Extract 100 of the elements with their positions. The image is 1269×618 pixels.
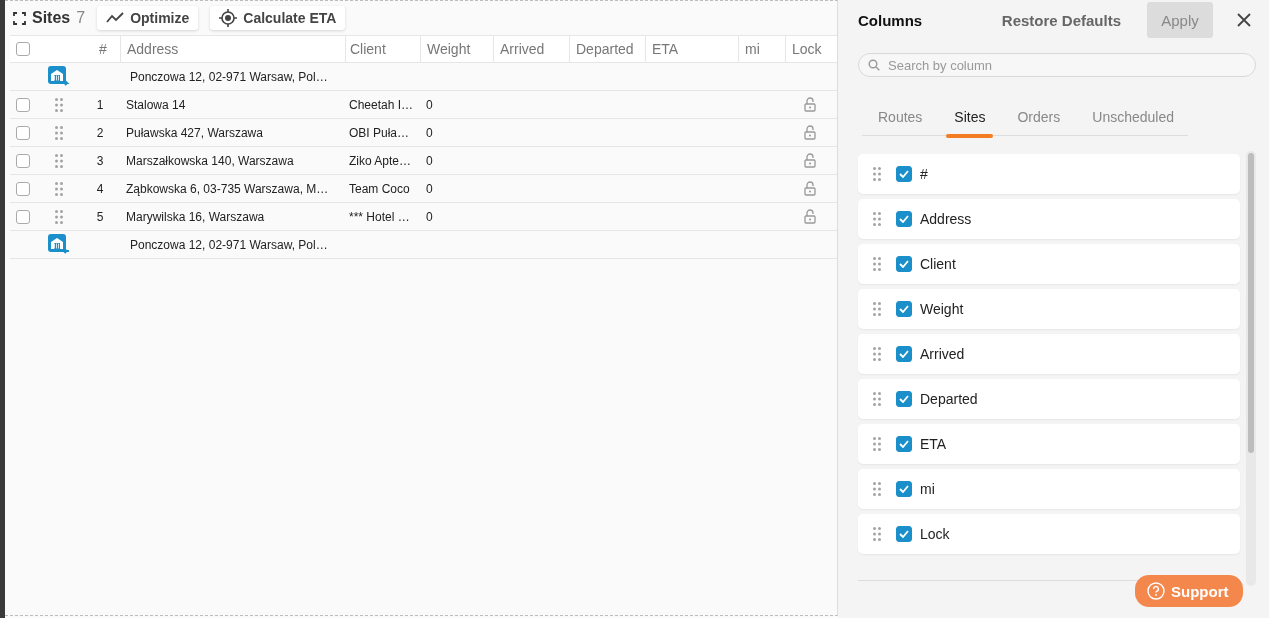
checkmark-icon: [899, 350, 909, 358]
drag-handle-icon[interactable]: [873, 212, 881, 226]
checkbox[interactable]: [896, 436, 912, 452]
column-header[interactable]: #: [99, 41, 107, 57]
row-checkbox[interactable]: [16, 209, 30, 224]
support-button[interactable]: Support: [1135, 575, 1243, 607]
tab[interactable]: Unscheduled: [1076, 99, 1190, 135]
table-cell: 0: [426, 125, 433, 140]
open-lock-icon[interactable]: [804, 181, 816, 196]
open-lock-icon[interactable]: [804, 209, 816, 224]
table-cell: 0: [426, 209, 433, 224]
column-header[interactable]: Client: [350, 41, 386, 57]
open-lock-icon[interactable]: [804, 97, 816, 112]
checkbox[interactable]: [896, 346, 912, 362]
drag-handle-icon[interactable]: [55, 209, 63, 224]
table-cell: Ponczowa 12, 02-971 Warsaw, Pol…: [130, 69, 328, 84]
optimize-button[interactable]: Optimize: [97, 6, 199, 30]
site-count: 7: [76, 9, 86, 27]
open-lock-icon[interactable]: [804, 125, 816, 140]
checkmark-icon: [899, 170, 909, 178]
tab[interactable]: Sites: [938, 99, 1002, 135]
checkbox[interactable]: [896, 166, 912, 182]
table-cell: *** Hotel …: [349, 209, 410, 224]
column-header[interactable]: Lock: [792, 41, 822, 57]
table-cell: 0: [426, 181, 433, 196]
drag-handle-icon[interactable]: [55, 181, 63, 196]
column-item[interactable]: #: [858, 154, 1240, 194]
warehouse-icon: [48, 233, 70, 256]
column-item[interactable]: Weight: [858, 289, 1240, 329]
drag-handle-icon[interactable]: [873, 347, 881, 361]
expand-icon[interactable]: [13, 11, 26, 25]
checkbox[interactable]: [896, 256, 912, 272]
trend-line-icon: [106, 12, 125, 24]
help-icon: [1147, 582, 1165, 600]
drag-handle-icon[interactable]: [873, 302, 881, 316]
row-checkbox[interactable]: [16, 181, 30, 196]
drag-handle-icon[interactable]: [55, 125, 63, 140]
checkmark-icon: [899, 260, 909, 268]
column-item[interactable]: Arrived: [858, 334, 1240, 374]
column-label: Address: [920, 211, 972, 227]
close-icon[interactable]: [1237, 13, 1251, 27]
column-label: mi: [920, 481, 935, 497]
column-header[interactable]: Weight: [427, 41, 471, 57]
checkbox[interactable]: [896, 211, 912, 227]
tab[interactable]: Orders: [1001, 99, 1077, 135]
row-checkbox[interactable]: [16, 97, 30, 112]
table-cell: Marszałkowska 140, Warszawa: [126, 153, 294, 168]
checkbox[interactable]: [896, 481, 912, 497]
open-lock-icon[interactable]: [804, 153, 816, 168]
column-label: #: [920, 166, 928, 182]
table-cell: 1: [96, 97, 104, 112]
row-checkbox[interactable]: [16, 125, 30, 140]
table-cell: Ponczowa 12, 02-971 Warsaw, Pol…: [130, 237, 328, 252]
scrollbar[interactable]: [1246, 151, 1256, 586]
drag-handle-icon[interactable]: [873, 392, 881, 406]
column-label: ETA: [920, 436, 947, 452]
restore-defaults-button[interactable]: Restore Defaults: [1001, 11, 1121, 29]
row-checkbox[interactable]: [16, 42, 30, 56]
tab[interactable]: Routes: [862, 99, 939, 135]
checkmark-icon: [899, 485, 909, 493]
drag-handle-icon[interactable]: [873, 482, 881, 496]
checkmark-icon: [899, 215, 909, 223]
drag-handle-icon[interactable]: [873, 437, 881, 451]
column-item[interactable]: ETA: [858, 424, 1240, 464]
checkbox[interactable]: [896, 526, 912, 542]
drag-handle-icon[interactable]: [873, 527, 881, 541]
column-item[interactable]: mi: [858, 469, 1240, 509]
drag-handle-icon[interactable]: [55, 153, 63, 168]
checkbox[interactable]: [896, 391, 912, 407]
column-label: Client: [920, 256, 956, 272]
column-header[interactable]: Arrived: [500, 41, 545, 57]
table-cell: Marywilska 16, Warszawa: [126, 209, 265, 224]
table-cell: Ząbkowska 6, 03-735 Warszawa, M…: [126, 181, 329, 196]
drag-handle-icon[interactable]: [873, 167, 881, 181]
table-cell: 2: [96, 125, 104, 140]
column-item[interactable]: Lock: [858, 514, 1240, 554]
drag-handle-icon[interactable]: [55, 97, 63, 112]
table-cell: 0: [426, 153, 433, 168]
column-item[interactable]: Address: [858, 199, 1240, 239]
checkmark-icon: [899, 440, 909, 448]
search-icon: [868, 59, 880, 71]
table-cell: Stalowa 14: [126, 97, 186, 112]
column-item[interactable]: Client: [858, 244, 1240, 284]
column-label: Lock: [920, 526, 950, 542]
checkmark-icon: [899, 395, 909, 403]
column-item[interactable]: Departed: [858, 379, 1240, 419]
search-field[interactable]: Search by column: [858, 53, 1256, 77]
drag-handle-icon[interactable]: [873, 257, 881, 271]
column-header[interactable]: Address: [127, 41, 179, 57]
column-header[interactable]: Departed: [576, 41, 634, 57]
table-cell: Cheetah I…: [349, 97, 414, 112]
checkbox[interactable]: [896, 301, 912, 317]
column-header[interactable]: mi: [745, 41, 760, 57]
column-header[interactable]: ETA: [652, 41, 679, 57]
table-cell: 5: [96, 209, 104, 224]
target-icon: [219, 9, 238, 27]
column-label: Weight: [920, 301, 964, 317]
row-checkbox[interactable]: [16, 153, 30, 168]
calculate-eta-button[interactable]: Calculate ETA: [210, 6, 346, 30]
table-cell: 3: [96, 153, 104, 168]
